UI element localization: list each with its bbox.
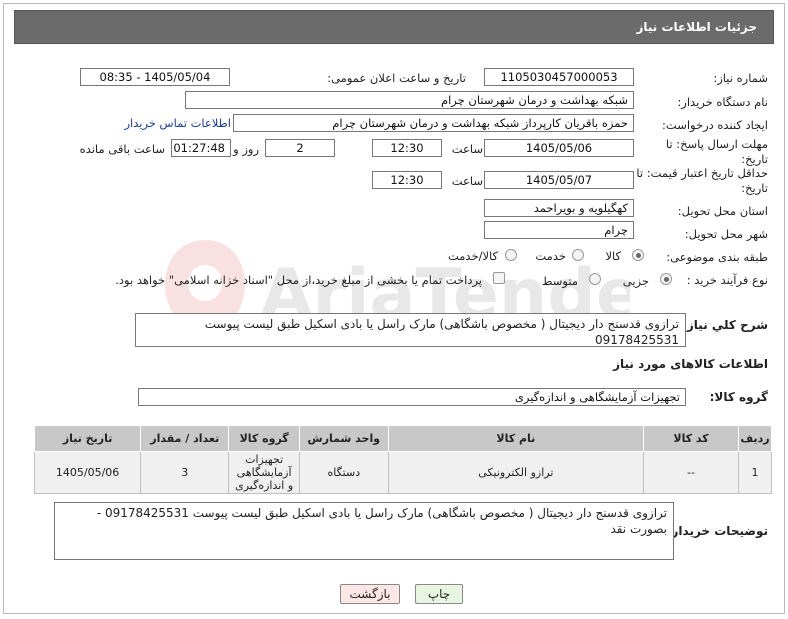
category-option-goods-service: کالا/خدمت [447,249,498,263]
process-radio-minor[interactable] [660,273,672,285]
cell-row-number: 1 [738,451,772,494]
validity-label: حداقل تاریخ اعتبار قیمت: تا تاریخ: [636,166,768,195]
col-quantity: تعداد / مقدار [140,425,230,452]
process-radio-medium[interactable] [589,273,601,285]
buyer-org-label: نام دستگاه خریدار: [677,95,768,109]
announce-field: 1405/05/04 - 08:35 [80,68,230,86]
deadline-time-field: 12:30 [372,139,442,157]
back-button[interactable]: بازگشت [340,584,400,604]
validity-date-field: 1405/05/07 [484,171,634,189]
days-field: 2 [265,139,335,157]
table-header-row: ردیف کد کالا نام کالا واحد شمارش گروه کا… [33,425,772,452]
province-field: کهگیلویه و بویراحمد [484,199,634,217]
items-table: ردیف کد کالا نام کالا واحد شمارش گروه کا… [33,425,772,494]
treasury-payment-checkbox[interactable] [493,272,505,284]
cell-item-name: ترازو الکترونیکی [387,451,645,494]
cell-quantity: 3 [140,451,230,494]
category-option-goods: کالا [605,249,621,263]
goods-group-label: گروه کالا: [709,390,768,404]
announce-label: تاریخ و ساعت اعلان عمومی: [327,71,466,85]
category-radio-goods-service[interactable] [505,249,517,261]
buyer-notes-label: توضیحات خریدار: [666,524,768,538]
deadline-label: مهلت ارسال پاسخ: تا تاریخ: [665,137,768,166]
col-item-name: نام کالا [387,425,645,452]
print-button[interactable]: چاپ [415,584,463,604]
category-label: طبقه بندی موضوعی: [666,250,768,264]
deadline-time-label: ساعت [451,142,483,156]
col-row-number: ردیف [738,425,772,452]
goods-info-title: اطلاعات کالاهای مورد نیاز [613,357,768,371]
deadline-date-field: 1405/05/06 [484,139,634,157]
process-option-medium: متوسط [541,274,578,288]
buyer-notes-textarea[interactable]: ترازوی قدسنج دار دیجیتال ( مخصوص باشگاهی… [54,502,674,560]
remaining-time-label: ساعت باقی مانده [79,142,165,156]
city-field: چرام [484,221,634,239]
category-radio-service[interactable] [572,249,584,261]
validity-time-label: ساعت [451,174,483,188]
col-item-code: کد کالا [643,425,740,452]
validity-time-field: 12:30 [372,171,442,189]
buyer-org-field: شبکه بهداشت و درمان شهرستان چرام [185,91,634,109]
col-need-date: تاریخ نیاز [33,425,142,452]
requester-field: حمزه باقریان کارپرداز شبکه بهداشت و درما… [233,114,634,132]
process-label: نوع فرآیند خرید : [686,273,768,287]
cell-group: تجهیزات آزمایشگاهی و اندازه‌گیری [228,451,300,494]
cell-item-code: -- [643,451,740,494]
need-number-field: 1105030457000053 [484,68,634,86]
province-label: استان محل تحویل: [677,204,768,218]
summary-textarea[interactable]: ترازوی قدسنج دار دیجیتال ( مخصوص باشگاهی… [135,313,686,347]
requester-label: ایجاد کننده درخواست: [662,118,768,132]
category-radio-goods[interactable] [632,249,644,261]
process-option-minor: جزیی [622,274,649,288]
category-option-service: خدمت [535,249,566,263]
page-title: جزئیات اطلاعات نیاز [14,10,774,44]
days-label: روز و [233,142,259,156]
table-row: 1 -- ترازو الکترونیکی دستگاه تجهیزات آزم… [33,451,772,494]
cell-unit: دستگاه [298,451,389,494]
treasury-payment-note: پرداخت تمام یا بخشی از مبلغ خرید،از محل … [115,273,482,287]
goods-group-field: تجهیزات آزمایشگاهی و اندازه‌گیری [138,388,686,406]
col-group: گروه کالا [228,425,300,452]
city-label: شهر محل تحویل: [684,227,768,241]
col-unit: واحد شمارش [298,425,389,452]
cell-need-date: 1405/05/06 [33,451,142,494]
remaining-time-field: 01:27:48 [171,139,231,157]
summary-label: شرح کلي نياز: [682,318,768,332]
buyer-contact-link[interactable]: اطلاعات تماس خریدار [124,116,231,130]
need-number-label: شماره نیاز: [713,71,768,85]
